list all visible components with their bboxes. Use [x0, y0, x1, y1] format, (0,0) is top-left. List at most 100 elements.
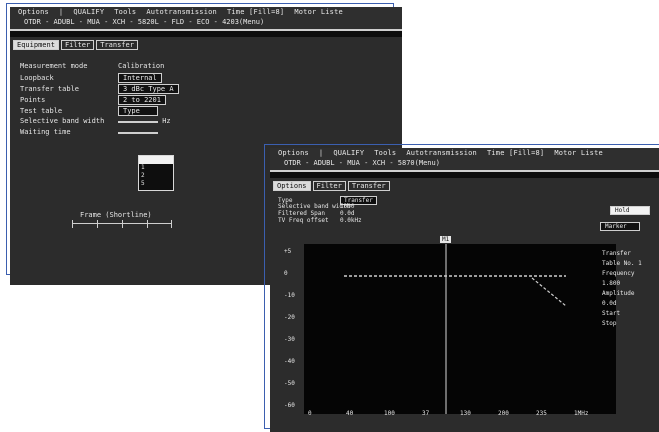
field-value[interactable] [118, 121, 158, 123]
waiting-time-dropdown[interactable]: 125 [138, 155, 174, 191]
field-label: Transfer table [20, 85, 80, 93]
dropdown-option[interactable]: 5 [139, 180, 173, 188]
side-text: Stop [602, 320, 617, 327]
info-value: 0.0kHz [340, 217, 362, 224]
scale-tick [122, 220, 123, 228]
field-value[interactable]: Internal [118, 73, 162, 83]
form-row: Test table Type [20, 106, 158, 116]
menu-item[interactable]: Tools [114, 8, 136, 16]
info-value: 0.0d [340, 210, 355, 217]
tab[interactable]: Filter [60, 40, 95, 50]
form-row: Measurement mode Calibration [20, 62, 164, 70]
form-row: Selective band width Hz [20, 117, 171, 125]
field-value[interactable]: 2 to 2201 [118, 95, 166, 105]
x-tick-label: 200 [498, 410, 509, 417]
window-title: OTDR - ADUBL - MUA - XCH - 5820L - FLD -… [24, 18, 265, 26]
side-text: 1.800 [602, 280, 621, 287]
field-label: Points [20, 96, 46, 104]
info-row: Filtered Span 0.0d [278, 210, 354, 217]
y-tick-label: -20 [284, 314, 295, 321]
y-tick-label: +5 [284, 248, 292, 255]
tab[interactable]: Transfer [347, 181, 390, 191]
info-row: Selective band width1000 [278, 203, 354, 210]
y-tick-label: -40 [284, 358, 295, 365]
x-tick-label: 1MHz [574, 410, 589, 417]
dropdown-option[interactable]: 2 [139, 172, 173, 180]
title-bar: Options | QUALIFY Tools Autotransmission Time… [270, 148, 659, 170]
y-tick-label: -60 [284, 402, 295, 409]
field-label: Test table [20, 107, 63, 115]
menu-item[interactable]: QUALIFY [73, 8, 104, 16]
field-label: Loopback [20, 74, 54, 82]
dropdown-option[interactable] [139, 156, 173, 164]
dropdown-option[interactable]: 1 [139, 164, 173, 172]
menu-bar: Options | QUALIFY Tools Autotransmission Time… [278, 149, 613, 157]
field-value[interactable]: Calibration [118, 62, 164, 70]
tab[interactable]: Filter [312, 181, 346, 191]
plot-background [304, 244, 616, 414]
form-row: Loopback Internal [20, 73, 162, 83]
menu-item[interactable]: Tools [374, 149, 396, 157]
info-key: TV Freq offset [278, 217, 329, 224]
measurement-plot [304, 244, 616, 414]
form-row: Waiting time [20, 128, 158, 136]
field-value[interactable]: 3 dBc Type A [118, 84, 179, 94]
tab[interactable]: Transfer [96, 40, 138, 50]
divider [270, 172, 659, 178]
menu-bar: Options | QUALIFY Tools Autotransmission Time… [18, 8, 353, 16]
menu-item[interactable]: Options [278, 149, 309, 157]
info-key: Filtered Span [278, 210, 325, 217]
side-text: 0.0d [602, 300, 617, 307]
tab[interactable]: Equipment [13, 40, 59, 50]
menu-item: | [318, 149, 324, 157]
menu-item[interactable]: Time [Fill=8] [227, 8, 284, 16]
window-title: OTDR - ADUBL - MUA - XCH - 5870(Menu) [284, 159, 440, 167]
info-key: Selective band width [278, 203, 351, 210]
y-tick-label: -50 [284, 380, 295, 387]
field-label: Selective band width [20, 117, 105, 125]
hold-button[interactable]: Hold [610, 206, 650, 215]
side-text: Start [602, 310, 621, 317]
y-tick-label: -10 [284, 292, 295, 299]
menu-item[interactable]: Motor Liste [554, 149, 603, 157]
tab[interactable]: Options [273, 181, 311, 191]
menu-item[interactable]: Motor Liste [294, 8, 343, 16]
field-value[interactable]: Type [118, 106, 158, 116]
frame-scale: Frame (Shortline) [72, 211, 172, 233]
side-text: Transfer [602, 250, 631, 257]
side-text: Amplitude [602, 290, 635, 297]
x-tick-label: 0 [308, 410, 312, 417]
menu-item[interactable]: Autotransmission [146, 8, 217, 16]
title-bar: Options | QUALIFY Tools Autotransmission Time… [10, 7, 402, 29]
menu-item[interactable]: QUALIFY [333, 149, 364, 157]
menu-item[interactable]: Options [18, 8, 49, 16]
divider [10, 31, 402, 37]
menu-item[interactable]: Time [Fill=8] [487, 149, 544, 157]
scale-tick [147, 220, 148, 228]
frame-scale-label: Frame (Shortline) [80, 211, 152, 219]
field-label: Waiting time [20, 128, 71, 136]
x-tick-label: 100 [384, 410, 395, 417]
window-measurement: Options | QUALIFY Tools Autotransmission Time… [270, 148, 659, 432]
x-tick-label: 40 [346, 410, 354, 417]
x-tick-label: 130 [460, 410, 471, 417]
info-row: TV Freq offset 0.0kHz [278, 217, 362, 224]
menu-item[interactable]: Autotransmission [406, 149, 477, 157]
field-value[interactable] [118, 132, 158, 134]
side-text: Table No. 1 [602, 260, 642, 267]
side-panel: Transfer Table No. 1 Frequency 1.800 Amplitu… [598, 222, 659, 417]
form-row: Points 2 to 2201 [20, 95, 166, 105]
y-tick-label: 0 [284, 270, 288, 277]
form-row: Transfer table 3 dBc Type A [20, 84, 179, 94]
field-unit: Hz [158, 117, 171, 125]
x-tick-label: 37 [422, 410, 430, 417]
scale-tick [97, 220, 98, 228]
menu-item: | [58, 8, 64, 16]
scale-tick [72, 220, 73, 228]
tab-bar: Equipment Filter Transfer [13, 40, 140, 50]
y-tick-label: -30 [284, 336, 295, 343]
side-text: Frequency [602, 270, 635, 277]
info-value: 1000 [340, 203, 355, 210]
x-tick-label: 235 [536, 410, 547, 417]
marker-label[interactable]: M1 [440, 236, 452, 243]
